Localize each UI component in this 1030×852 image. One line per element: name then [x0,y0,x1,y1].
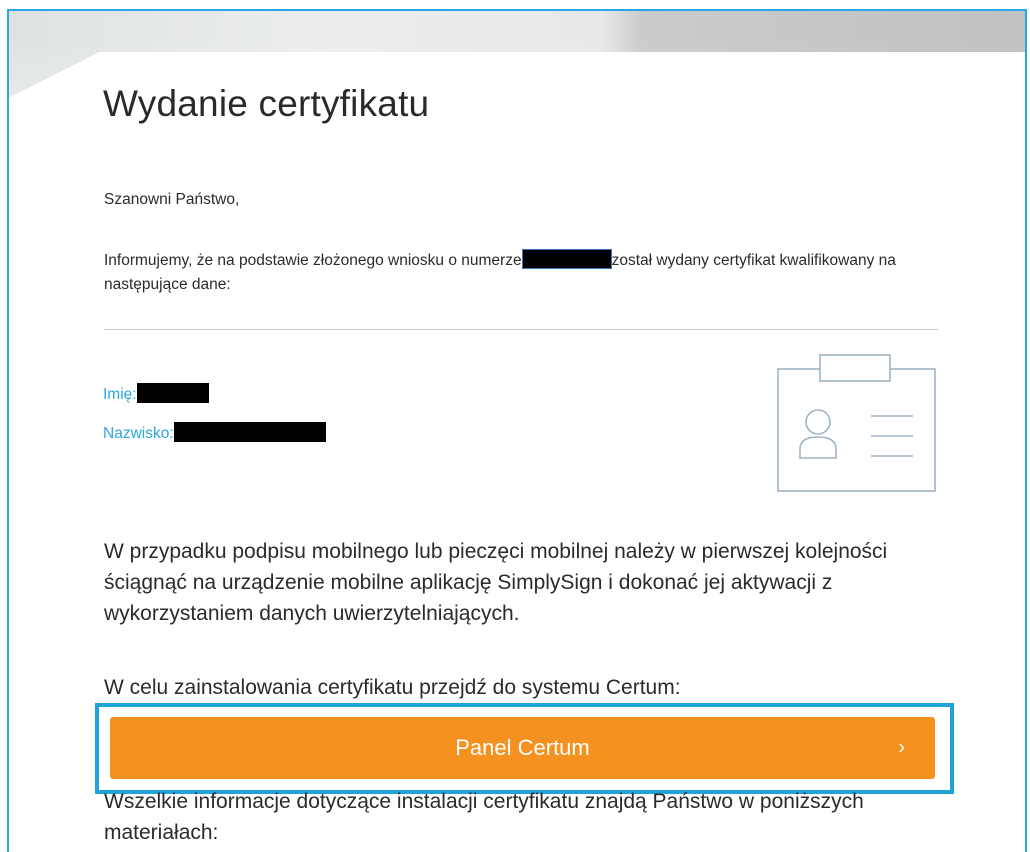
redacted-first-name [136,383,209,404]
last-name-row: Nazwisko: [103,422,326,443]
last-name-label: Nazwisko: [103,425,174,442]
materials-note: Wszelkie informacje dotyczące instalacji… [104,790,864,844]
info-text: Informujemy, że na podstawie złożonego w… [104,249,904,297]
info-text-before: Informujemy, że na podstawie złożonego w… [104,252,522,269]
first-name-label: Imię: [103,386,137,403]
greeting-text: Szanowni Państwo, [104,191,240,208]
first-name-row: Imię: [103,383,209,404]
redacted-application-number [521,249,612,270]
id-badge-icon [777,354,936,492]
page-title: Wydanie certyfikatu [103,83,430,124]
panel-certum-button[interactable]: Panel Certum › [110,717,935,779]
screen: Wydanie certyfikatu Szanowni Państwo, In… [0,0,1030,852]
divider [104,329,938,330]
redacted-last-name [173,422,326,443]
install-instruction: W celu zainstalowania certyfikatu przejd… [104,676,681,699]
panel-certum-label: Panel Certum [455,735,590,760]
chevron-right-icon: › [898,736,905,759]
mobile-signature-note: W przypadku podpisu mobilnego lub pieczę… [104,540,888,625]
